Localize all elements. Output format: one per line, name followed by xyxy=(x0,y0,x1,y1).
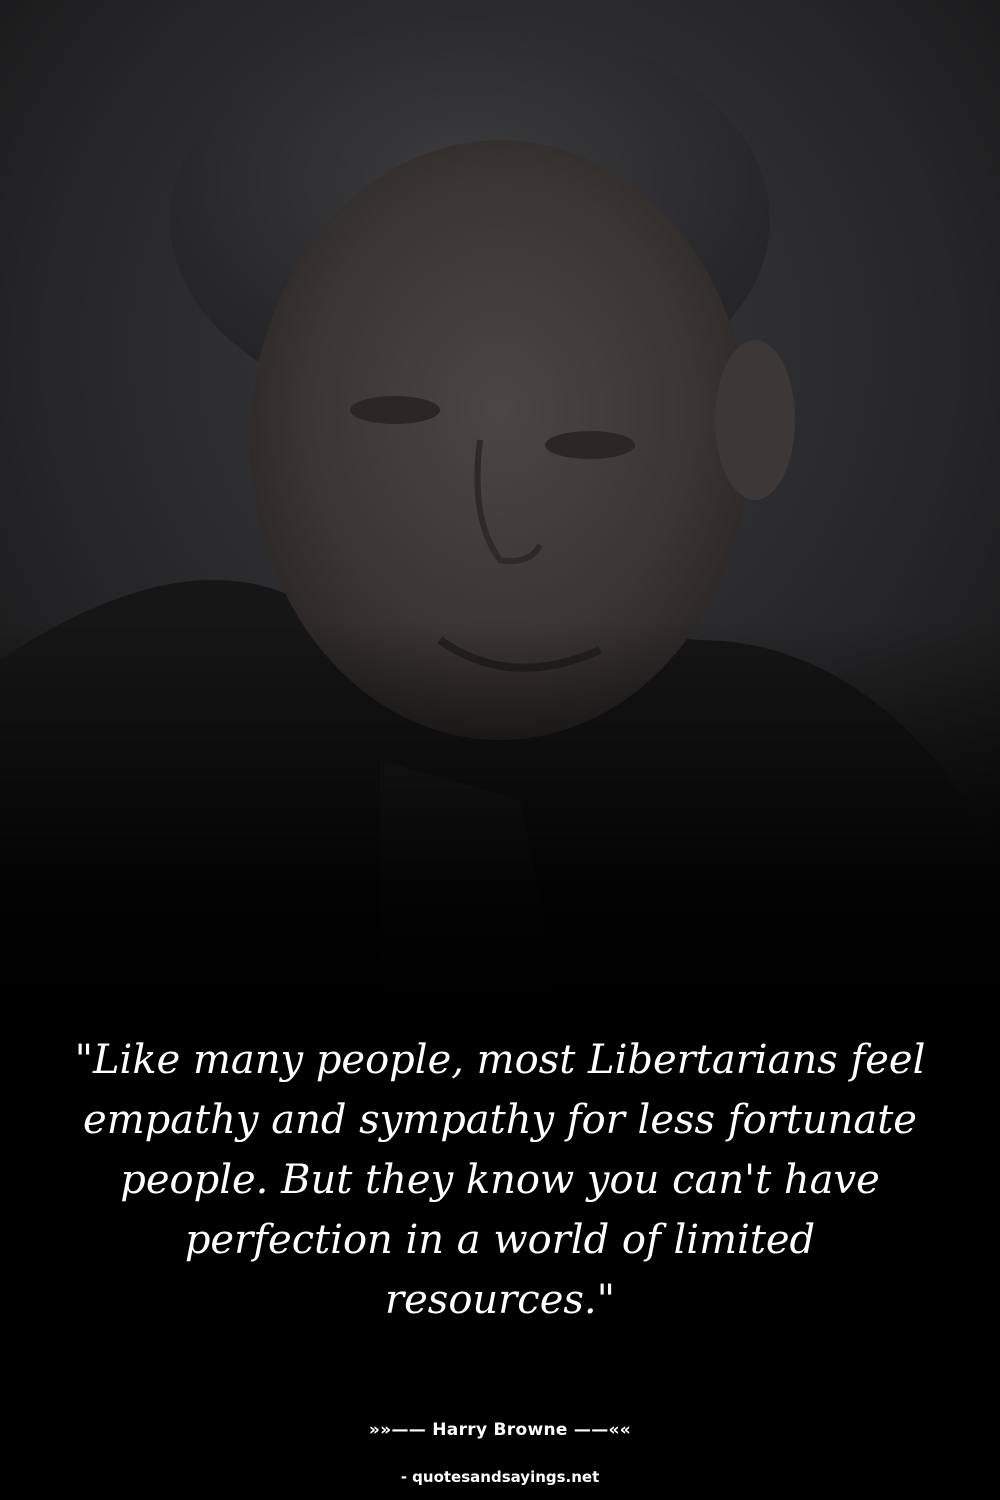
author-line: »»—— Harry Browne ——«« xyxy=(368,1420,632,1440)
quote-text: "Like many people, most Libertarians fee… xyxy=(74,1037,926,1323)
source-watermark: - quotesandsayings.net xyxy=(400,1468,600,1486)
photo-fade-overlay xyxy=(0,0,1000,1000)
quote-card: "Like many people, most Libertarians fee… xyxy=(0,0,1000,1500)
